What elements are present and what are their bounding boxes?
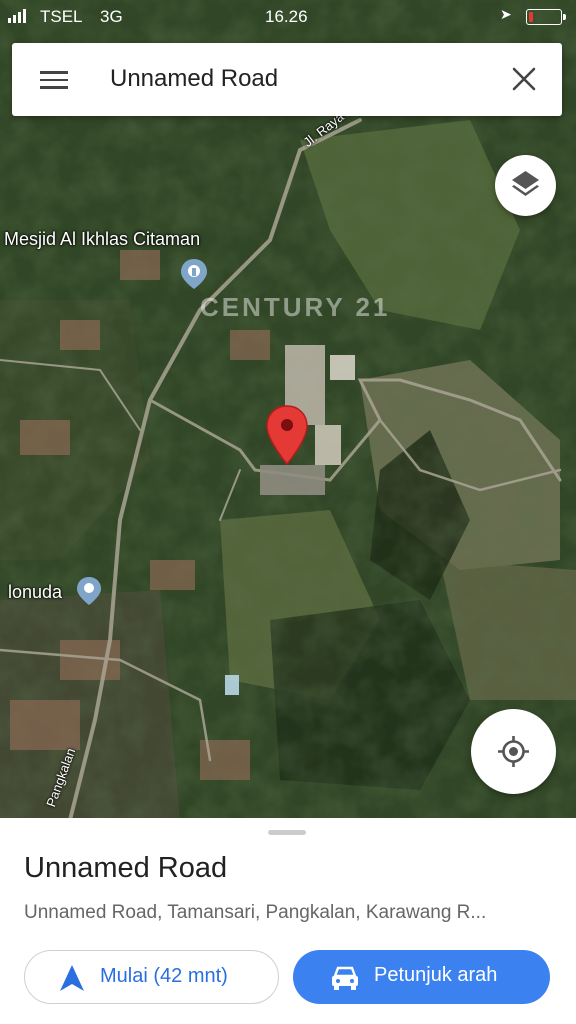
navigation-arrow-icon	[60, 965, 84, 991]
map-label-mosque[interactable]: Mesjid Al Ikhlas Citaman	[4, 229, 200, 250]
century21-watermark: CENTURY 21	[200, 292, 391, 322]
place-address: Unnamed Road, Tamansari, Pangkalan, Kara…	[24, 902, 487, 923]
layers-button[interactable]	[495, 155, 556, 216]
carrier-name: TSEL	[40, 7, 83, 26]
place-info-sheet[interactable]: Unnamed Road Unnamed Road, Tamansari, Pa…	[0, 818, 576, 1024]
network-type: 3G	[100, 7, 123, 26]
map-label-lonuda[interactable]: lonuda	[8, 582, 62, 603]
place-title: Unnamed Road	[24, 852, 228, 884]
crosshair-icon	[498, 736, 529, 767]
directions-button[interactable]: Petunjuk arah	[293, 950, 550, 1004]
start-navigation-button[interactable]: Mulai (42 mnt)	[24, 950, 279, 1004]
directions-label: Petunjuk arah	[374, 964, 498, 986]
layers-icon	[512, 171, 539, 196]
close-icon[interactable]	[510, 65, 538, 93]
battery-icon	[526, 9, 566, 25]
my-location-button[interactable]	[471, 709, 556, 794]
location-arrow-icon: ➤	[500, 6, 512, 22]
signal-icon	[8, 9, 26, 23]
clock: 16.26	[265, 7, 308, 26]
search-title[interactable]: Unnamed Road	[110, 65, 278, 93]
start-navigation-label: Mulai (42 mnt)	[100, 965, 228, 987]
search-bar[interactable]: Unnamed Road	[12, 43, 562, 116]
menu-icon[interactable]	[40, 71, 68, 89]
sheet-drag-handle[interactable]	[268, 830, 306, 835]
status-bar: TSEL 3G 16.26 ➤	[0, 0, 576, 34]
satellite-map[interactable]: Jl. Raya Mesjid Al Ikhlas Citaman CENTUR…	[0, 0, 576, 820]
car-icon	[332, 966, 358, 990]
